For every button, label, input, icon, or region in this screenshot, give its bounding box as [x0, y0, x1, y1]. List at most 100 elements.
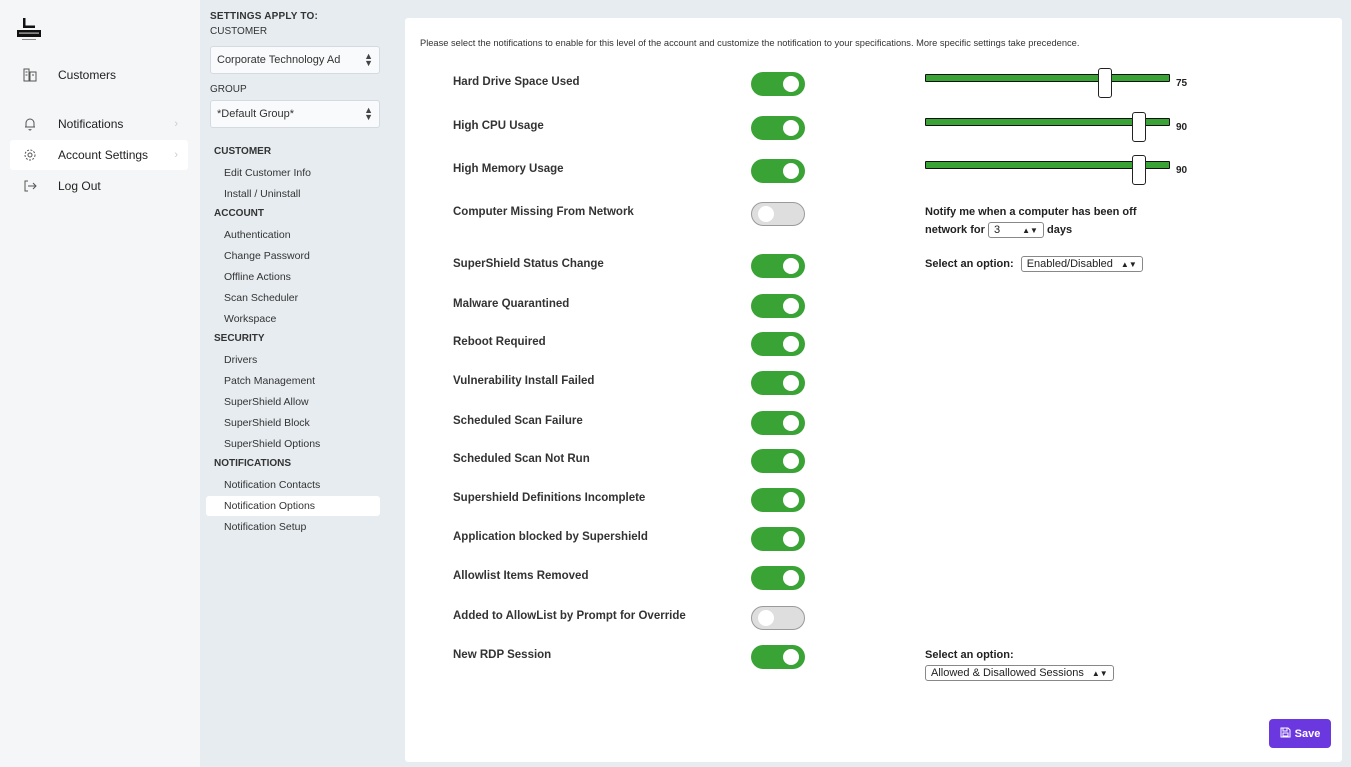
- section-notifications: NOTIFICATIONS: [214, 458, 292, 469]
- status-option-select[interactable]: Enabled/Disabled ▲▼: [1020, 256, 1143, 272]
- customer-caption: CUSTOMER: [210, 26, 268, 37]
- rdp-option-select[interactable]: Allowed & Disallowed Sessions ▲▼: [925, 665, 1114, 681]
- nav-item-log-out[interactable]: Log Out: [10, 171, 188, 201]
- rdp-option-row: Allowed & Disallowed Sessions ▲▼: [925, 665, 1114, 681]
- toggle-knob: [783, 336, 799, 352]
- rdp-option-value: Allowed & Disallowed Sessions: [931, 667, 1084, 679]
- toggle-high-cpu[interactable]: [751, 116, 805, 140]
- row-label: Application blocked by Supershield: [453, 531, 648, 543]
- gear-icon: [20, 148, 40, 162]
- section-security: SECURITY: [214, 333, 265, 344]
- nav-item-label: Customers: [58, 68, 117, 82]
- settings-item-notification-setup[interactable]: Notification Setup: [224, 521, 306, 533]
- row-label: Scheduled Scan Failure: [453, 415, 583, 427]
- left-nav: Customers Notifications › Account Settin…: [0, 0, 200, 767]
- select-arrows-icon: ▲▼: [364, 51, 373, 68]
- nav-item-label: Notifications: [58, 117, 124, 131]
- row-label: New RDP Session: [453, 649, 552, 661]
- toggle-knob: [783, 76, 799, 92]
- toggle-knob: [783, 570, 799, 586]
- slider-thumb[interactable]: [1098, 68, 1112, 98]
- settings-item-install-uninstall[interactable]: Install / Uninstall: [224, 188, 300, 200]
- select-arrows-icon: ▲▼: [1022, 225, 1038, 235]
- settings-item-notification-contacts[interactable]: Notification Contacts: [224, 479, 320, 491]
- toggle-definitions-incomplete[interactable]: [751, 488, 805, 512]
- nav-item-label: Log Out: [58, 179, 101, 193]
- slider-high-cpu[interactable]: [925, 112, 1170, 142]
- row-label: Reboot Required: [453, 336, 546, 348]
- nav-item-account-settings[interactable]: Account Settings ›: [10, 140, 188, 170]
- toggle-computer-missing[interactable]: [751, 202, 805, 226]
- slider-value: 75: [1176, 78, 1188, 89]
- main-panel: Please select the notifications to enabl…: [405, 18, 1342, 762]
- section-account: ACCOUNT: [214, 208, 264, 219]
- row-label: Computer Missing From Network: [453, 206, 634, 218]
- settings-item-offline-actions[interactable]: Offline Actions: [224, 271, 291, 283]
- toggle-knob: [758, 610, 774, 626]
- settings-item-notification-options[interactable]: Notification Options: [224, 500, 315, 512]
- save-button[interactable]: Save: [1269, 719, 1331, 748]
- toggle-high-memory[interactable]: [751, 159, 805, 183]
- toggle-knob: [783, 415, 799, 431]
- toggle-knob: [783, 375, 799, 391]
- toggle-added-to-allowlist[interactable]: [751, 606, 805, 630]
- toggle-hard-drive-space[interactable]: [751, 72, 805, 96]
- nav-item-customers[interactable]: Customers: [10, 60, 188, 90]
- toggle-knob: [783, 120, 799, 136]
- building-icon: [20, 68, 40, 82]
- settings-item-drivers[interactable]: Drivers: [224, 354, 257, 366]
- slider-value: 90: [1176, 122, 1188, 133]
- bell-icon: [20, 117, 40, 131]
- customer-select[interactable]: Corporate Technology Ad ▲ ▼: [210, 46, 380, 74]
- toggle-knob: [783, 163, 799, 179]
- status-option-value: Enabled/Disabled: [1026, 258, 1113, 270]
- settings-item-supershield-allow[interactable]: SuperShield Allow: [224, 396, 309, 408]
- settings-item-workspace[interactable]: Workspace: [224, 313, 276, 325]
- row-label: High Memory Usage: [453, 163, 564, 175]
- row-label: Malware Quarantined: [453, 298, 570, 310]
- toggle-reboot-required[interactable]: [751, 332, 805, 356]
- toggle-supershield-status[interactable]: [751, 254, 805, 278]
- select-arrows-icon: ▲▼: [1091, 668, 1108, 678]
- nav-item-label: Account Settings: [58, 148, 149, 162]
- offline-text-line2: network for 3 ▲▼ days: [925, 222, 1072, 238]
- settings-item-authentication[interactable]: Authentication: [224, 229, 291, 241]
- chevron-right-icon: ›: [174, 149, 178, 161]
- select-arrows-icon: ▲▼: [364, 105, 373, 122]
- offline-prefix: network for: [925, 223, 985, 236]
- row-label: Hard Drive Space Used: [453, 76, 580, 88]
- slider-high-memory[interactable]: [925, 155, 1170, 185]
- row-label: SuperShield Status Change: [453, 258, 604, 270]
- toggle-knob: [783, 453, 799, 469]
- toggle-allowlist-removed[interactable]: [751, 566, 805, 590]
- toggle-vulnerability-install-failed[interactable]: [751, 371, 805, 395]
- settings-column: SETTINGS APPLY TO: CUSTOMER Corporate Te…: [200, 0, 388, 767]
- row-label: Vulnerability Install Failed: [453, 375, 595, 387]
- toggle-knob: [783, 258, 799, 274]
- offline-days-select[interactable]: 3 ▲▼: [987, 222, 1044, 238]
- customer-select-value: Corporate Technology Ad: [217, 54, 341, 66]
- offline-days-value: 3: [993, 224, 1001, 236]
- group-caption: GROUP: [210, 84, 247, 95]
- toggle-scheduled-scan-failure[interactable]: [751, 411, 805, 435]
- group-select[interactable]: *Default Group* ▲ ▼: [210, 100, 380, 128]
- slider-thumb[interactable]: [1132, 112, 1146, 142]
- settings-item-supershield-block[interactable]: SuperShield Block: [224, 417, 310, 429]
- toggle-scheduled-scan-not-run[interactable]: [751, 449, 805, 473]
- settings-item-supershield-options[interactable]: SuperShield Options: [224, 438, 320, 450]
- toggle-knob: [783, 298, 799, 314]
- toggle-application-blocked[interactable]: [751, 527, 805, 551]
- settings-item-change-password[interactable]: Change Password: [224, 250, 310, 262]
- nav-item-notifications[interactable]: Notifications ›: [10, 109, 188, 139]
- toggle-knob: [758, 206, 774, 222]
- slider-thumb[interactable]: [1132, 155, 1146, 185]
- row-label: Scheduled Scan Not Run: [453, 453, 590, 465]
- settings-item-scan-scheduler[interactable]: Scan Scheduler: [224, 292, 298, 304]
- toggle-new-rdp-session[interactable]: [751, 645, 805, 669]
- brand-logo[interactable]: [14, 16, 44, 44]
- toggle-knob: [783, 649, 799, 665]
- slider-hard-drive-space[interactable]: [925, 68, 1170, 98]
- settings-item-patch-management[interactable]: Patch Management: [224, 375, 315, 387]
- settings-item-edit-customer-info[interactable]: Edit Customer Info: [224, 167, 311, 179]
- toggle-malware-quarantined[interactable]: [751, 294, 805, 318]
